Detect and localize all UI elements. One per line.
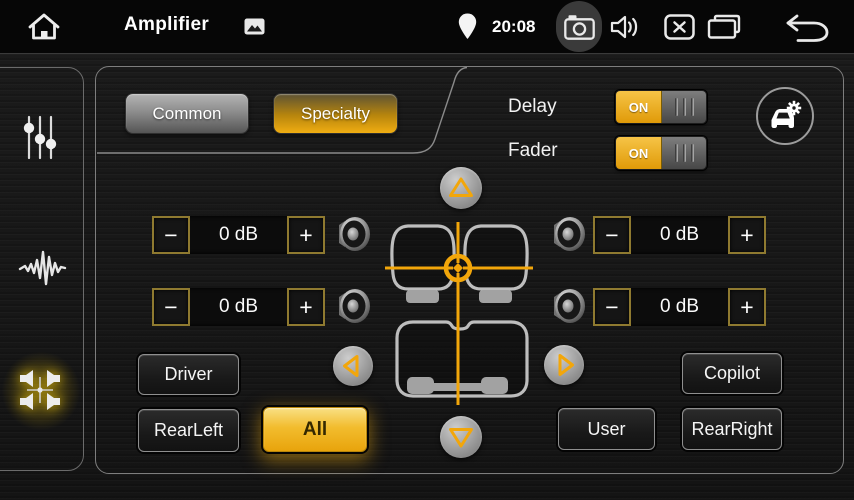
move-left-button[interactable] [333, 346, 373, 386]
zone-label: Copilot [704, 363, 760, 384]
gain-value: 0 dB [219, 224, 258, 246]
tab-specialty[interactable]: Specialty [273, 93, 398, 134]
minus-icon: − [605, 224, 618, 247]
speaker-icon-rear-right [545, 284, 589, 328]
right-arrow-icon [544, 345, 584, 385]
gain-value: 0 dB [219, 296, 258, 318]
recent-apps-icon [706, 14, 742, 40]
camera-icon [564, 14, 595, 40]
tab-label: Specialty [301, 104, 370, 124]
gallery-icon[interactable] [244, 18, 265, 35]
move-up-button[interactable] [440, 167, 482, 209]
equalizer-sliders-icon [22, 114, 58, 161]
delay-label: Delay [508, 96, 557, 118]
car-gear-icon [767, 99, 803, 133]
volume-icon [610, 13, 640, 41]
amplifier-screen: Amplifier 20:08 [0, 0, 854, 500]
home-button[interactable] [26, 11, 62, 42]
zone-driver-button[interactable]: Driver [138, 354, 239, 395]
waveform-icon [18, 247, 67, 288]
gain-plus-front-right[interactable]: + [728, 216, 766, 254]
toggle-on-label: ON [616, 137, 662, 169]
status-bar: Amplifier 20:08 [0, 0, 854, 54]
zone-rearleft-button[interactable]: RearLeft [138, 409, 239, 452]
speaker-icon-front-left [330, 212, 374, 256]
up-arrow-icon [440, 167, 482, 209]
zone-label: User [587, 419, 625, 440]
gain-minus-rear-right[interactable]: − [593, 288, 631, 326]
back-icon [784, 12, 830, 42]
close-window-button[interactable] [664, 14, 695, 40]
gain-value: 0 dB [660, 296, 699, 318]
page-title: Amplifier [124, 14, 209, 36]
camera-button[interactable] [556, 1, 602, 52]
speaker-cross-icon [17, 367, 63, 413]
move-down-button[interactable] [440, 416, 482, 458]
toggle-grip [662, 137, 706, 169]
plus-icon: + [299, 224, 312, 247]
location-pin-icon [458, 13, 477, 40]
zone-all-button[interactable]: All [263, 407, 367, 452]
zone-user-button[interactable]: User [558, 408, 655, 450]
zone-label: RearRight [691, 419, 772, 440]
zone-label: RearLeft [154, 420, 223, 441]
tab-common[interactable]: Common [125, 93, 249, 134]
gain-minus-front-right[interactable]: − [593, 216, 631, 254]
zone-label: Driver [165, 364, 213, 385]
toggle-grip [662, 91, 706, 123]
speaker-icon-front-right [545, 212, 589, 256]
fader-label: Fader [508, 140, 558, 162]
minus-icon: − [164, 224, 177, 247]
gain-plus-rear-left[interactable]: + [287, 288, 325, 326]
down-arrow-icon [440, 416, 482, 458]
tab-label: Common [153, 104, 222, 124]
gain-minus-rear-left[interactable]: − [152, 288, 190, 326]
sidebar-item-equalizer[interactable] [22, 114, 58, 161]
gain-minus-front-left[interactable]: − [152, 216, 190, 254]
volume-button[interactable] [610, 13, 640, 41]
delay-toggle[interactable]: ON [615, 90, 707, 124]
back-button[interactable] [784, 12, 830, 42]
close-icon [664, 14, 695, 40]
gain-value: 0 dB [660, 224, 699, 246]
gain-plus-rear-right[interactable]: + [728, 288, 766, 326]
minus-icon: − [164, 296, 177, 319]
gain-plus-front-left[interactable]: + [287, 216, 325, 254]
clock: 20:08 [492, 17, 535, 37]
plus-icon: + [740, 224, 753, 247]
plus-icon: + [299, 296, 312, 319]
move-right-button[interactable] [544, 345, 584, 385]
toggle-on-label: ON [616, 91, 662, 123]
zone-rearright-button[interactable]: RearRight [682, 408, 782, 450]
speaker-icon-rear-left [330, 284, 374, 328]
zone-label: All [303, 419, 327, 441]
plus-icon: + [740, 296, 753, 319]
home-icon [26, 11, 62, 42]
fader-position-map[interactable] [378, 216, 540, 412]
zone-copilot-button[interactable]: Copilot [682, 353, 782, 394]
sidebar-item-effects[interactable] [18, 247, 67, 288]
fader-toggle[interactable]: ON [615, 136, 707, 170]
car-settings-button[interactable] [756, 87, 814, 145]
minus-icon: − [605, 296, 618, 319]
sidebar-item-fader[interactable] [17, 367, 63, 413]
left-arrow-icon [333, 346, 373, 386]
recent-apps-button[interactable] [706, 14, 742, 40]
